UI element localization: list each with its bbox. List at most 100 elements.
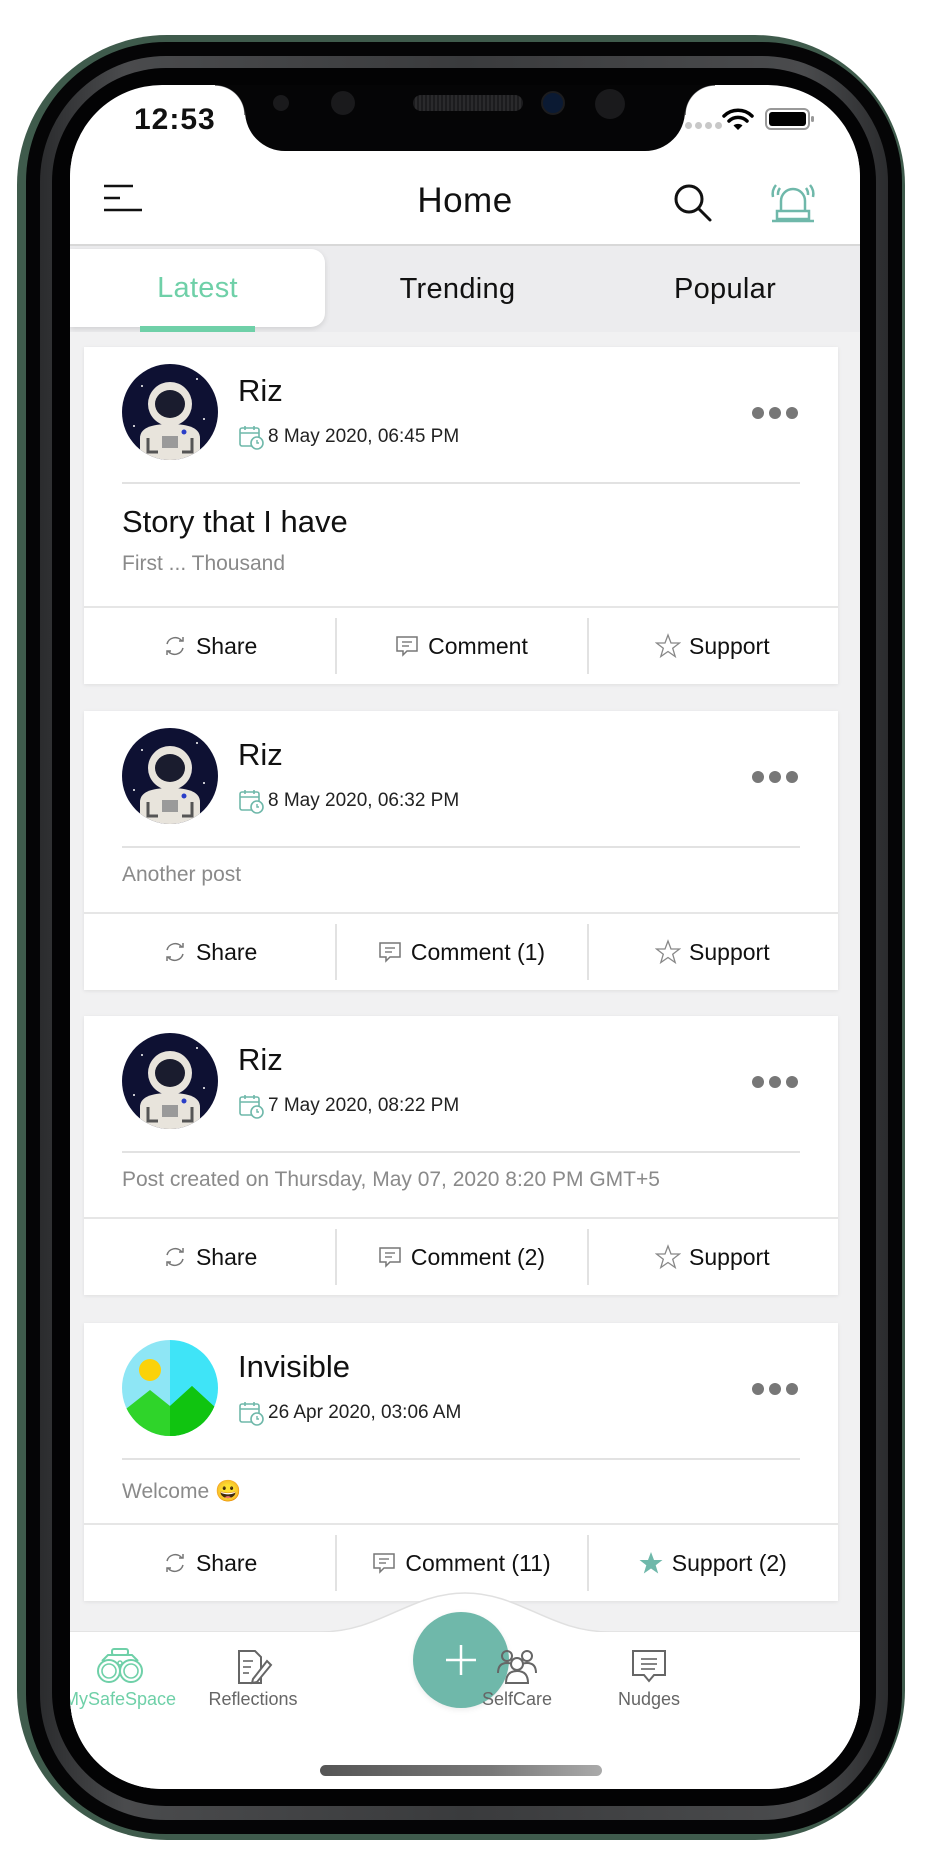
astronaut-avatar-icon <box>122 364 218 460</box>
tab-popular[interactable]: Popular <box>590 246 860 332</box>
comment-button[interactable]: Comment <box>335 608 586 684</box>
message-icon <box>632 1650 666 1683</box>
post-date-text: 8 May 2020, 06:45 PM <box>268 426 460 447</box>
cellular-signal-icon <box>685 122 722 129</box>
search-icon[interactable] <box>673 183 713 223</box>
post-header: Invisible 26 Apr 2020, 03:06 AM <box>84 1323 838 1460</box>
avatar[interactable] <box>122 1033 218 1129</box>
share-icon <box>166 1247 184 1267</box>
comment-button[interactable]: Comment (1) <box>335 914 586 990</box>
author-name[interactable]: Riz <box>238 373 283 409</box>
avatar[interactable] <box>122 364 218 460</box>
post-feed: Riz 8 May 2020, 06:45 PM Story that I ha… <box>70 332 860 1752</box>
post-date-text: 7 May 2020, 08:22 PM <box>268 1095 460 1116</box>
avatar[interactable] <box>122 1340 218 1436</box>
share-icon <box>166 942 184 962</box>
phone-screen: 12:53 Home Latest Trending Popular Riz 8… <box>70 85 860 1789</box>
more-options-icon[interactable] <box>752 405 800 421</box>
post-card: Riz 7 May 2020, 08:22 PM Post created on… <box>84 1016 838 1295</box>
post-card: Riz 8 May 2020, 06:45 PM Story that I ha… <box>84 347 838 684</box>
support-label: Support <box>689 938 770 965</box>
share-button[interactable]: Share <box>84 608 335 684</box>
nav-label: Reflections <box>208 1689 298 1709</box>
support-label: Support <box>689 1243 770 1270</box>
divider <box>122 1458 800 1460</box>
comment-button[interactable]: Comment (2) <box>335 1219 586 1295</box>
share-label: Share <box>195 938 258 965</box>
post-text: Welcome 😀 <box>122 1480 242 1503</box>
post-title: Story that I have <box>122 504 348 539</box>
nav-nudges[interactable]: Nudges <box>579 1647 719 1710</box>
home-indicator[interactable] <box>320 1765 602 1776</box>
post-actions: Share Comment (2) Support <box>84 1217 838 1295</box>
sensor-dot <box>595 89 625 119</box>
star-outline-icon <box>655 1244 682 1270</box>
comment-icon <box>396 636 418 657</box>
comment-label: Comment <box>428 632 528 659</box>
post-body[interactable]: Story that I have First ... Thousand <box>84 484 838 576</box>
post-header: Riz 8 May 2020, 06:45 PM <box>84 347 838 484</box>
nav-mysafespace[interactable]: MySafeSpace <box>70 1647 190 1710</box>
tab-label: Popular <box>673 272 777 305</box>
post-body[interactable]: Another post <box>84 848 838 887</box>
more-options-icon[interactable] <box>752 1074 800 1090</box>
app-header: Home <box>70 151 860 246</box>
more-options-icon[interactable] <box>752 1381 800 1397</box>
tab-latest[interactable]: Latest <box>70 249 325 332</box>
sensor-dot <box>331 91 355 115</box>
divider <box>122 1151 800 1153</box>
nav-label: MySafeSpace <box>70 1689 177 1709</box>
support-button[interactable]: Support <box>586 608 838 684</box>
star-filled-icon <box>639 1552 663 1574</box>
battery-icon <box>765 108 814 130</box>
tab-trending[interactable]: Trending <box>325 246 590 332</box>
status-time: 12:53 <box>134 103 216 136</box>
sensor-dot <box>273 95 289 111</box>
emergency-siren-icon[interactable] <box>768 181 818 223</box>
comment-icon <box>373 1553 396 1574</box>
post-date: 7 May 2020, 08:22 PM <box>238 1093 459 1119</box>
earpiece-speaker <box>413 95 523 111</box>
calendar-clock-icon <box>239 790 264 814</box>
share-button[interactable]: Share <box>84 1219 335 1295</box>
calendar-clock-icon <box>239 1402 264 1426</box>
comment-label: Comment (2) <box>410 1243 546 1270</box>
support-label: Support (2) <box>671 1549 787 1576</box>
comment-icon <box>379 942 401 963</box>
support-button[interactable]: Support <box>586 1219 838 1295</box>
share-label: Share <box>195 632 258 659</box>
more-options-icon[interactable] <box>752 769 800 785</box>
wifi-icon <box>722 108 754 130</box>
post-actions: Share Comment Support <box>84 606 838 684</box>
share-button[interactable]: Share <box>84 914 335 990</box>
star-outline-icon <box>655 939 682 965</box>
post-date: 8 May 2020, 06:45 PM <box>238 424 459 450</box>
post-body[interactable]: Welcome 😀 <box>84 1460 838 1504</box>
author-name[interactable]: Invisible <box>238 1349 350 1385</box>
astronaut-avatar-icon <box>122 728 218 824</box>
post-text: Post created on Thursday, May 07, 2020 8… <box>122 1168 660 1191</box>
tab-label: Latest <box>157 271 238 304</box>
page-title: Home <box>417 181 513 220</box>
landscape-avatar-icon <box>122 1340 218 1436</box>
author-name[interactable]: Riz <box>238 737 283 773</box>
post-actions: Share Comment (1) Support <box>84 912 838 990</box>
share-icon <box>166 636 184 656</box>
share-label: Share <box>195 1549 258 1576</box>
post-header: Riz 7 May 2020, 08:22 PM <box>84 1016 838 1153</box>
front-camera <box>541 91 565 115</box>
comment-icon <box>379 1247 401 1268</box>
share-icon <box>166 1553 184 1573</box>
comment-label: Comment (1) <box>410 938 546 965</box>
nav-reflections[interactable]: Reflections <box>183 1647 323 1710</box>
support-button[interactable]: Support <box>586 914 838 990</box>
people-group-icon <box>497 1650 537 1684</box>
nav-selfcare[interactable]: SelfCare <box>447 1647 587 1710</box>
post-body[interactable]: Post created on Thursday, May 07, 2020 8… <box>84 1153 838 1192</box>
divider <box>122 482 800 484</box>
author-name[interactable]: Riz <box>238 1042 283 1078</box>
post-text: Another post <box>122 863 242 886</box>
post-date: 8 May 2020, 06:32 PM <box>238 788 459 814</box>
nav-label: Nudges <box>617 1689 681 1709</box>
avatar[interactable] <box>122 728 218 824</box>
